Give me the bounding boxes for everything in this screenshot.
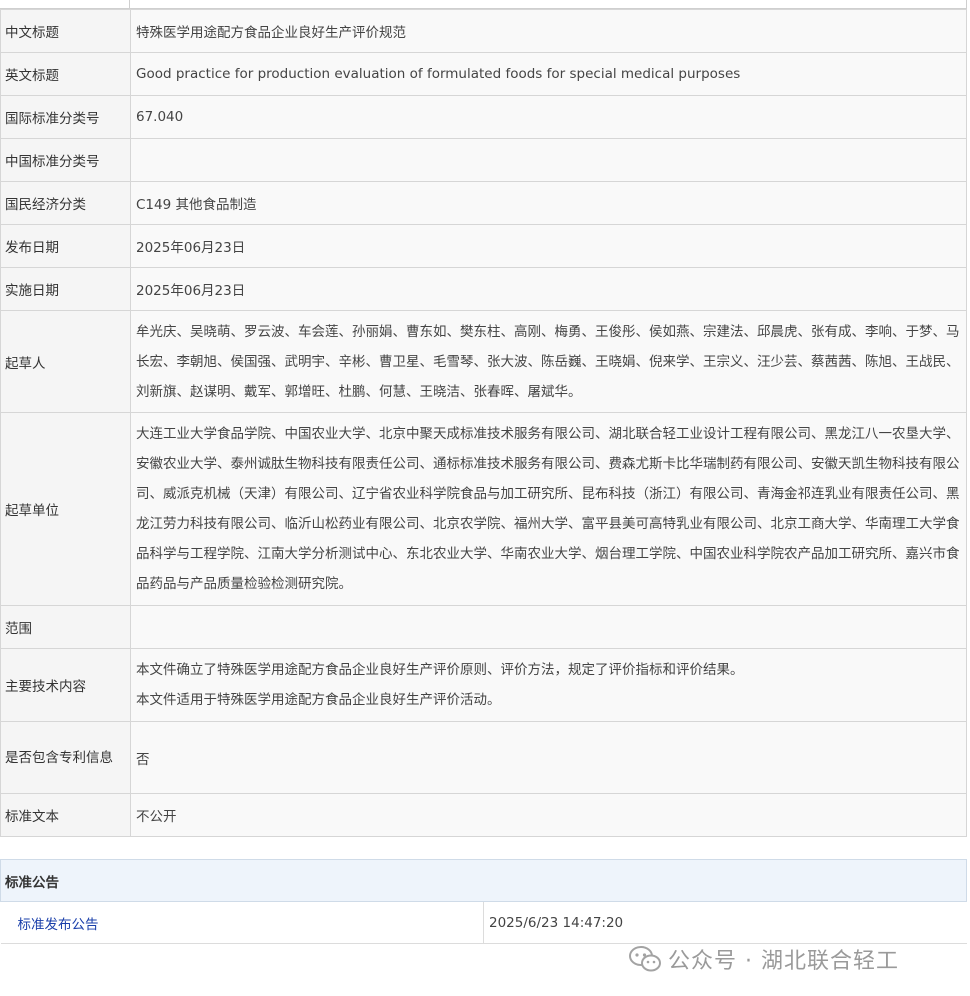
- effective-date-value: 2025年06月23日: [130, 267, 967, 311]
- table-row: 中国标准分类号: [0, 138, 967, 182]
- watermark-text: 公众号 · 湖北联合轻工: [668, 949, 899, 974]
- table-row: 发布日期 2025年06月23日: [0, 224, 967, 268]
- row-label-effective-date: 实施日期: [0, 267, 131, 311]
- economic-class-value: C149 其他食品制造: [130, 181, 967, 225]
- wechat-icon: [628, 945, 662, 973]
- cn-title-value: 特殊医学用途配方食品企业良好生产评价规范: [130, 9, 967, 53]
- announcement-item: 标准发布公告: [0, 901, 484, 944]
- standard-info-table: 中文标题 特殊医学用途配方食品企业良好生产评价规范 英文标题 Good prac…: [0, 9, 967, 837]
- tech-content-line: 本文件适用于特殊医学用途配方食品企业良好生产评价活动。: [136, 692, 501, 708]
- tech-content-value: 本文件确立了特殊医学用途配方食品企业良好生产评价原则、评价方法，规定了评价指标和…: [130, 648, 967, 722]
- ics-value: 67.040: [130, 95, 967, 139]
- row-label-tech-content: 主要技术内容: [0, 648, 131, 722]
- table-row: 英文标题 Good practice for production evalua…: [0, 52, 967, 96]
- standard-text-value: 不公开: [130, 793, 967, 837]
- announcement-link[interactable]: 标准发布公告: [18, 917, 99, 933]
- row-label-publish-date: 发布日期: [0, 224, 131, 268]
- patent-value: 否: [130, 721, 967, 794]
- table-row: 范围: [0, 605, 967, 649]
- row-label-scope: 范围: [0, 605, 131, 649]
- scope-value: [130, 605, 967, 649]
- announcement-header: 标准公告: [0, 859, 967, 902]
- table-row: 国民经济分类 C149 其他食品制造: [0, 181, 967, 225]
- publish-date-value: 2025年06月23日: [130, 224, 967, 268]
- table-top-edge: [0, 0, 967, 9]
- row-label-ics: 国际标准分类号: [0, 95, 131, 139]
- drafting-units-value: 大连工业大学食品学院、中国农业大学、北京中聚天成标准技术服务有限公司、湖北联合轻…: [130, 412, 967, 606]
- row-label-standard-text: 标准文本: [0, 793, 131, 837]
- table-row: 标准发布公告 2025/6/23 14:47:20: [0, 901, 967, 944]
- row-label-cn-title: 中文标题: [0, 9, 131, 53]
- row-label-ccs: 中国标准分类号: [0, 138, 131, 182]
- row-label-patent: 是否包含专利信息: [0, 721, 131, 794]
- table-row: 主要技术内容 本文件确立了特殊医学用途配方食品企业良好生产评价原则、评价方法，规…: [0, 648, 967, 722]
- row-label-drafters: 起草人: [0, 310, 131, 413]
- table-row: 标准文本 不公开: [0, 793, 967, 837]
- table-row: 国际标准分类号 67.040: [0, 95, 967, 139]
- ccs-value: [130, 138, 967, 182]
- announcement-table: 标准公告 标准发布公告 2025/6/23 14:47:20: [0, 859, 967, 944]
- row-label-en-title: 英文标题: [0, 52, 131, 96]
- table-row: 是否包含专利信息 否: [0, 721, 967, 794]
- announcement-title: 标准公告: [0, 859, 967, 902]
- drafters-value: 牟光庆、吴晓萌、罗云波、车会莲、孙丽娟、曹东如、樊东柱、高刚、梅勇、王俊彤、侯如…: [130, 310, 967, 413]
- table-row: 中文标题 特殊医学用途配方食品企业良好生产评价规范: [0, 9, 967, 53]
- announcement-time: 2025/6/23 14:47:20: [483, 901, 967, 944]
- en-title-value: Good practice for production evaluation …: [130, 52, 967, 96]
- watermark: 公众号 · 湖北联合轻工: [628, 944, 899, 974]
- table-row: 起草人 牟光庆、吴晓萌、罗云波、车会莲、孙丽娟、曹东如、樊东柱、高刚、梅勇、王俊…: [0, 310, 967, 413]
- table-row: 起草单位 大连工业大学食品学院、中国农业大学、北京中聚天成标准技术服务有限公司、…: [0, 412, 967, 606]
- tech-content-line: 本文件确立了特殊医学用途配方食品企业良好生产评价原则、评价方法，规定了评价指标和…: [136, 662, 744, 678]
- table-row: 实施日期 2025年06月23日: [0, 267, 967, 311]
- row-label-drafting-units: 起草单位: [0, 412, 131, 606]
- row-label-economic-class: 国民经济分类: [0, 181, 131, 225]
